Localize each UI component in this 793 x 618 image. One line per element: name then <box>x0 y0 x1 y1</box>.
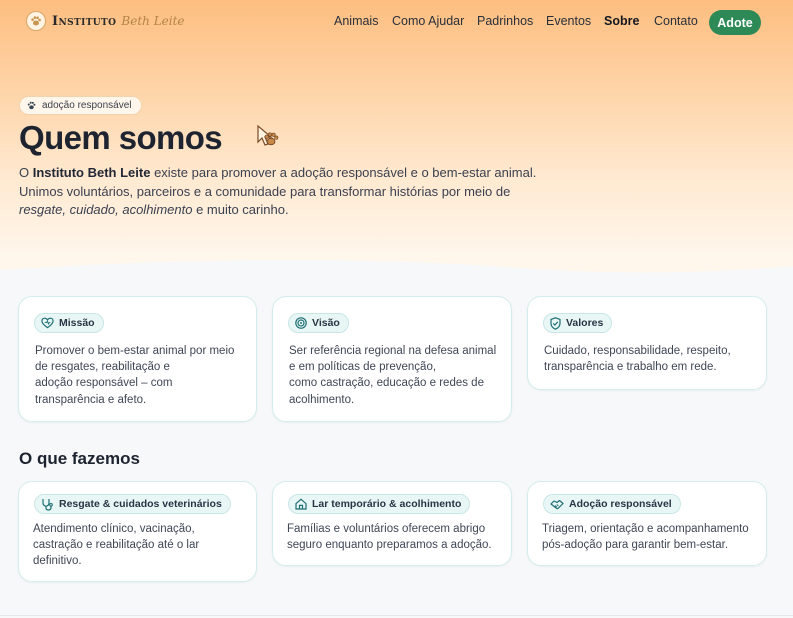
heart-icon <box>41 317 54 329</box>
card-adocao: Adoção responsável Triagem, orientação e… <box>527 481 767 566</box>
text-line: transparência e afeto. <box>35 393 147 406</box>
nav-link-animais[interactable]: Animais <box>334 14 378 28</box>
intro-org-name: Instituto Beth Leite <box>32 165 151 180</box>
text-line: Atendimento clínico, vacinação, <box>33 523 195 535</box>
text-line: transparência e trabalho em rede. <box>544 361 717 374</box>
paw-small-icon <box>27 101 36 110</box>
card-adocao-text: Triagem, orientação e acompanhamento pós… <box>542 521 749 553</box>
text-line: Triagem, orientação e acompanhamento <box>542 523 749 535</box>
text-line: seguro enquanto preparamos a adoção. <box>287 539 492 552</box>
top-navigation: Instituto Beth Leite Animais Como Ajudar… <box>0 0 793 44</box>
card-valores-text: Cuidado, responsabilidade, respeito, tra… <box>544 343 731 375</box>
chip-resgate-label: Resgate & cuidados veterinários <box>59 498 222 510</box>
stethoscope-icon <box>42 498 53 511</box>
text-line: Promover o bem-estar animal por meio <box>35 345 235 357</box>
text-line: como castração, educação e redes de <box>289 377 484 390</box>
shield-check-icon <box>550 316 561 330</box>
intro-paragraph: O Instituto Beth Leite existe para promo… <box>19 164 539 220</box>
footer-divider <box>0 615 793 616</box>
chip-lar-temporario-label: Lar temporário & acolhimento <box>312 498 462 510</box>
text-line: castração e reabilitação até o lar <box>33 539 200 552</box>
chip-visao: Visão <box>288 313 349 333</box>
chip-adocao: Adoção responsável <box>543 494 681 514</box>
card-missao: Missão Promover o bem-estar animal por m… <box>18 296 257 422</box>
card-visao: Visão Ser referência regional na defesa … <box>272 296 512 422</box>
nav-link-como-ajudar[interactable]: Como Ajudar <box>392 14 464 28</box>
target-icon <box>295 317 307 329</box>
text-line: definitivo. <box>33 555 82 568</box>
chip-lar-temporario: Lar temporário & acolhimento <box>288 494 471 514</box>
card-visao-text: Ser referência regional na defesa animal… <box>289 343 496 408</box>
nav-link-eventos[interactable]: Eventos <box>546 14 591 28</box>
chip-valores: Valores <box>543 313 613 333</box>
card-missao-text: Promover o bem-estar animal por meio de … <box>35 343 234 408</box>
text-line: e em políticas de prevenção, <box>289 361 437 374</box>
chip-missao: Missão <box>34 313 104 333</box>
chip-adocao-label: Adoção responsável <box>569 498 672 510</box>
page-title: Quem somos <box>19 119 223 156</box>
text-line: de resgates, reabilitação e <box>35 361 170 374</box>
card-lar-temporario-text: Famílias e voluntários oferecem abrigo s… <box>287 521 492 553</box>
intro-prefix: O <box>19 165 33 180</box>
intro-end: e muito carinho. <box>192 202 289 218</box>
text-line: Famílias e voluntários oferecem abrigo <box>287 523 486 535</box>
text-line: acolhimento. <box>289 393 355 406</box>
hero-wave <box>0 259 793 293</box>
section-title-o-que-fazemos: O que fazemos <box>19 449 140 468</box>
home-icon <box>295 498 307 510</box>
adoption-tag: adoção responsável <box>19 96 142 115</box>
chip-visao-label: Visão <box>312 317 340 329</box>
chip-resgate: Resgate & cuidados veterinários <box>34 494 231 514</box>
card-resgate: Resgate & cuidados veterinários Atendime… <box>18 481 257 582</box>
chip-valores-label: Valores <box>566 317 604 329</box>
text-line: pós-adoção para garantir bem-estar. <box>542 539 729 552</box>
card-lar-temporario: Lar temporário & acolhimento Famílias e … <box>272 481 512 566</box>
nav-link-sobre[interactable]: Sobre <box>604 14 639 28</box>
intro-italic: resgate, cuidado, acolhimento <box>19 202 193 218</box>
text-line: adoção responsável – com <box>35 377 173 390</box>
text-line: Ser referência regional na defesa animal <box>289 345 497 357</box>
paw-cursor-icon <box>257 124 279 146</box>
handshake-icon <box>550 499 564 510</box>
adoption-tag-label: adoção responsável <box>42 100 132 111</box>
card-valores: Valores Cuidado, responsabilidade, respe… <box>527 296 767 390</box>
nav-menu: Animais Como Ajudar Padrinhos Eventos So… <box>0 14 793 32</box>
intro-line-2: Unimos voluntários, parceiros e a comuni… <box>19 183 511 199</box>
card-resgate-text: Atendimento clínico, vacinação, castraçã… <box>33 521 199 570</box>
intro-line-1: existe para promover a adoção responsáve… <box>150 165 537 180</box>
text-line: Cuidado, responsabilidade, respeito, <box>544 345 731 357</box>
adote-button[interactable]: Adote <box>709 10 761 35</box>
chip-missao-label: Missão <box>59 317 95 329</box>
nav-link-contato[interactable]: Contato <box>654 14 698 28</box>
nav-link-padrinhos[interactable]: Padrinhos <box>477 14 533 28</box>
